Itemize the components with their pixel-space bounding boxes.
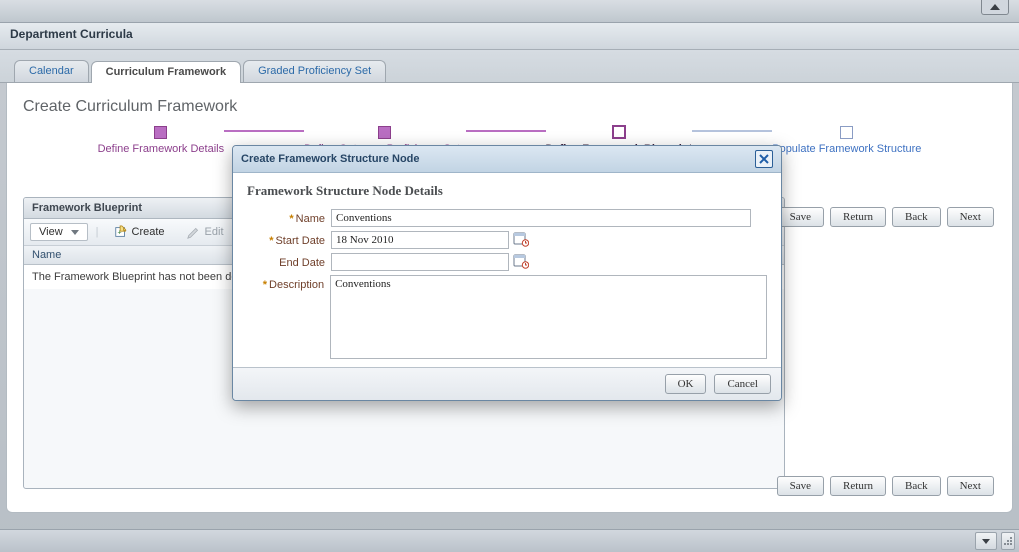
- end-date-field[interactable]: [331, 253, 509, 271]
- dialog-header[interactable]: Create Framework Structure Node: [233, 146, 781, 173]
- next-button[interactable]: Next: [947, 476, 994, 496]
- end-date-label: End Date: [279, 257, 325, 269]
- name-field[interactable]: [331, 209, 751, 227]
- save-button[interactable]: Save: [777, 207, 824, 227]
- statusbar-resize-grip[interactable]: [1001, 532, 1015, 550]
- name-label: Name: [296, 213, 325, 225]
- start-date-picker-button[interactable]: [513, 231, 529, 247]
- save-button[interactable]: Save: [777, 476, 824, 496]
- create-button[interactable]: + Create: [107, 222, 172, 242]
- resize-grip-icon: [1003, 536, 1013, 546]
- wizard-connector: [466, 130, 546, 132]
- tab-graded-proficiency-set[interactable]: Graded Proficiency Set: [243, 60, 386, 82]
- end-date-picker-button[interactable]: [513, 253, 529, 269]
- app-chrome-bar: [0, 0, 1019, 23]
- create-node-dialog: Create Framework Structure Node Framewor…: [232, 145, 782, 401]
- back-button[interactable]: Back: [892, 207, 941, 227]
- back-button[interactable]: Back: [892, 476, 941, 496]
- start-date-label: Start Date: [275, 235, 325, 247]
- create-icon: +: [114, 225, 128, 239]
- cancel-button[interactable]: Cancel: [714, 374, 771, 394]
- wizard-node-4[interactable]: [840, 126, 853, 139]
- wizard-node-1[interactable]: [154, 126, 167, 139]
- close-icon: [759, 154, 769, 164]
- return-button[interactable]: Return: [830, 476, 886, 496]
- page-title: Create Curriculum Framework: [23, 97, 996, 117]
- edit-icon: [187, 225, 201, 239]
- wizard-node-3[interactable]: [612, 125, 626, 139]
- chevron-down-icon: [71, 230, 79, 235]
- wizard-connector: [692, 130, 772, 132]
- wizard-label-4[interactable]: Populate Framework Structure: [772, 143, 921, 155]
- window-maximize-control[interactable]: [981, 0, 1009, 15]
- tab-curriculum-framework[interactable]: Curriculum Framework: [91, 61, 241, 83]
- wizard-connector: [224, 130, 304, 132]
- view-menu[interactable]: View: [30, 223, 88, 241]
- description-label: Description: [269, 279, 324, 291]
- statusbar-dropdown[interactable]: [975, 532, 997, 550]
- close-button[interactable]: [755, 150, 773, 168]
- return-button[interactable]: Return: [830, 207, 886, 227]
- page-header: Department Curricula: [0, 23, 1019, 50]
- tab-calendar[interactable]: Calendar: [14, 60, 89, 82]
- main-tabstrip: Calendar Curriculum Framework Graded Pro…: [0, 50, 1019, 83]
- dialog-subtitle: Framework Structure Node Details: [247, 183, 767, 199]
- calendar-icon: [513, 253, 529, 269]
- description-field[interactable]: [330, 275, 767, 359]
- wizard-label-1[interactable]: Define Framework Details: [98, 143, 225, 155]
- ok-button[interactable]: OK: [665, 374, 707, 394]
- dialog-title: Create Framework Structure Node: [241, 153, 420, 165]
- action-buttons-top: Save Return Back Next: [777, 207, 994, 227]
- svg-text:+: +: [117, 230, 121, 237]
- calendar-icon: [513, 231, 529, 247]
- chevron-down-icon: [982, 539, 990, 544]
- action-buttons-bottom: Save Return Back Next: [777, 476, 994, 496]
- wizard-node-2[interactable]: [378, 126, 391, 139]
- edit-button: Edit: [180, 222, 231, 242]
- next-button[interactable]: Next: [947, 207, 994, 227]
- start-date-field[interactable]: [331, 231, 509, 249]
- status-bar: [0, 529, 1019, 552]
- dialog-footer: OK Cancel: [233, 367, 781, 400]
